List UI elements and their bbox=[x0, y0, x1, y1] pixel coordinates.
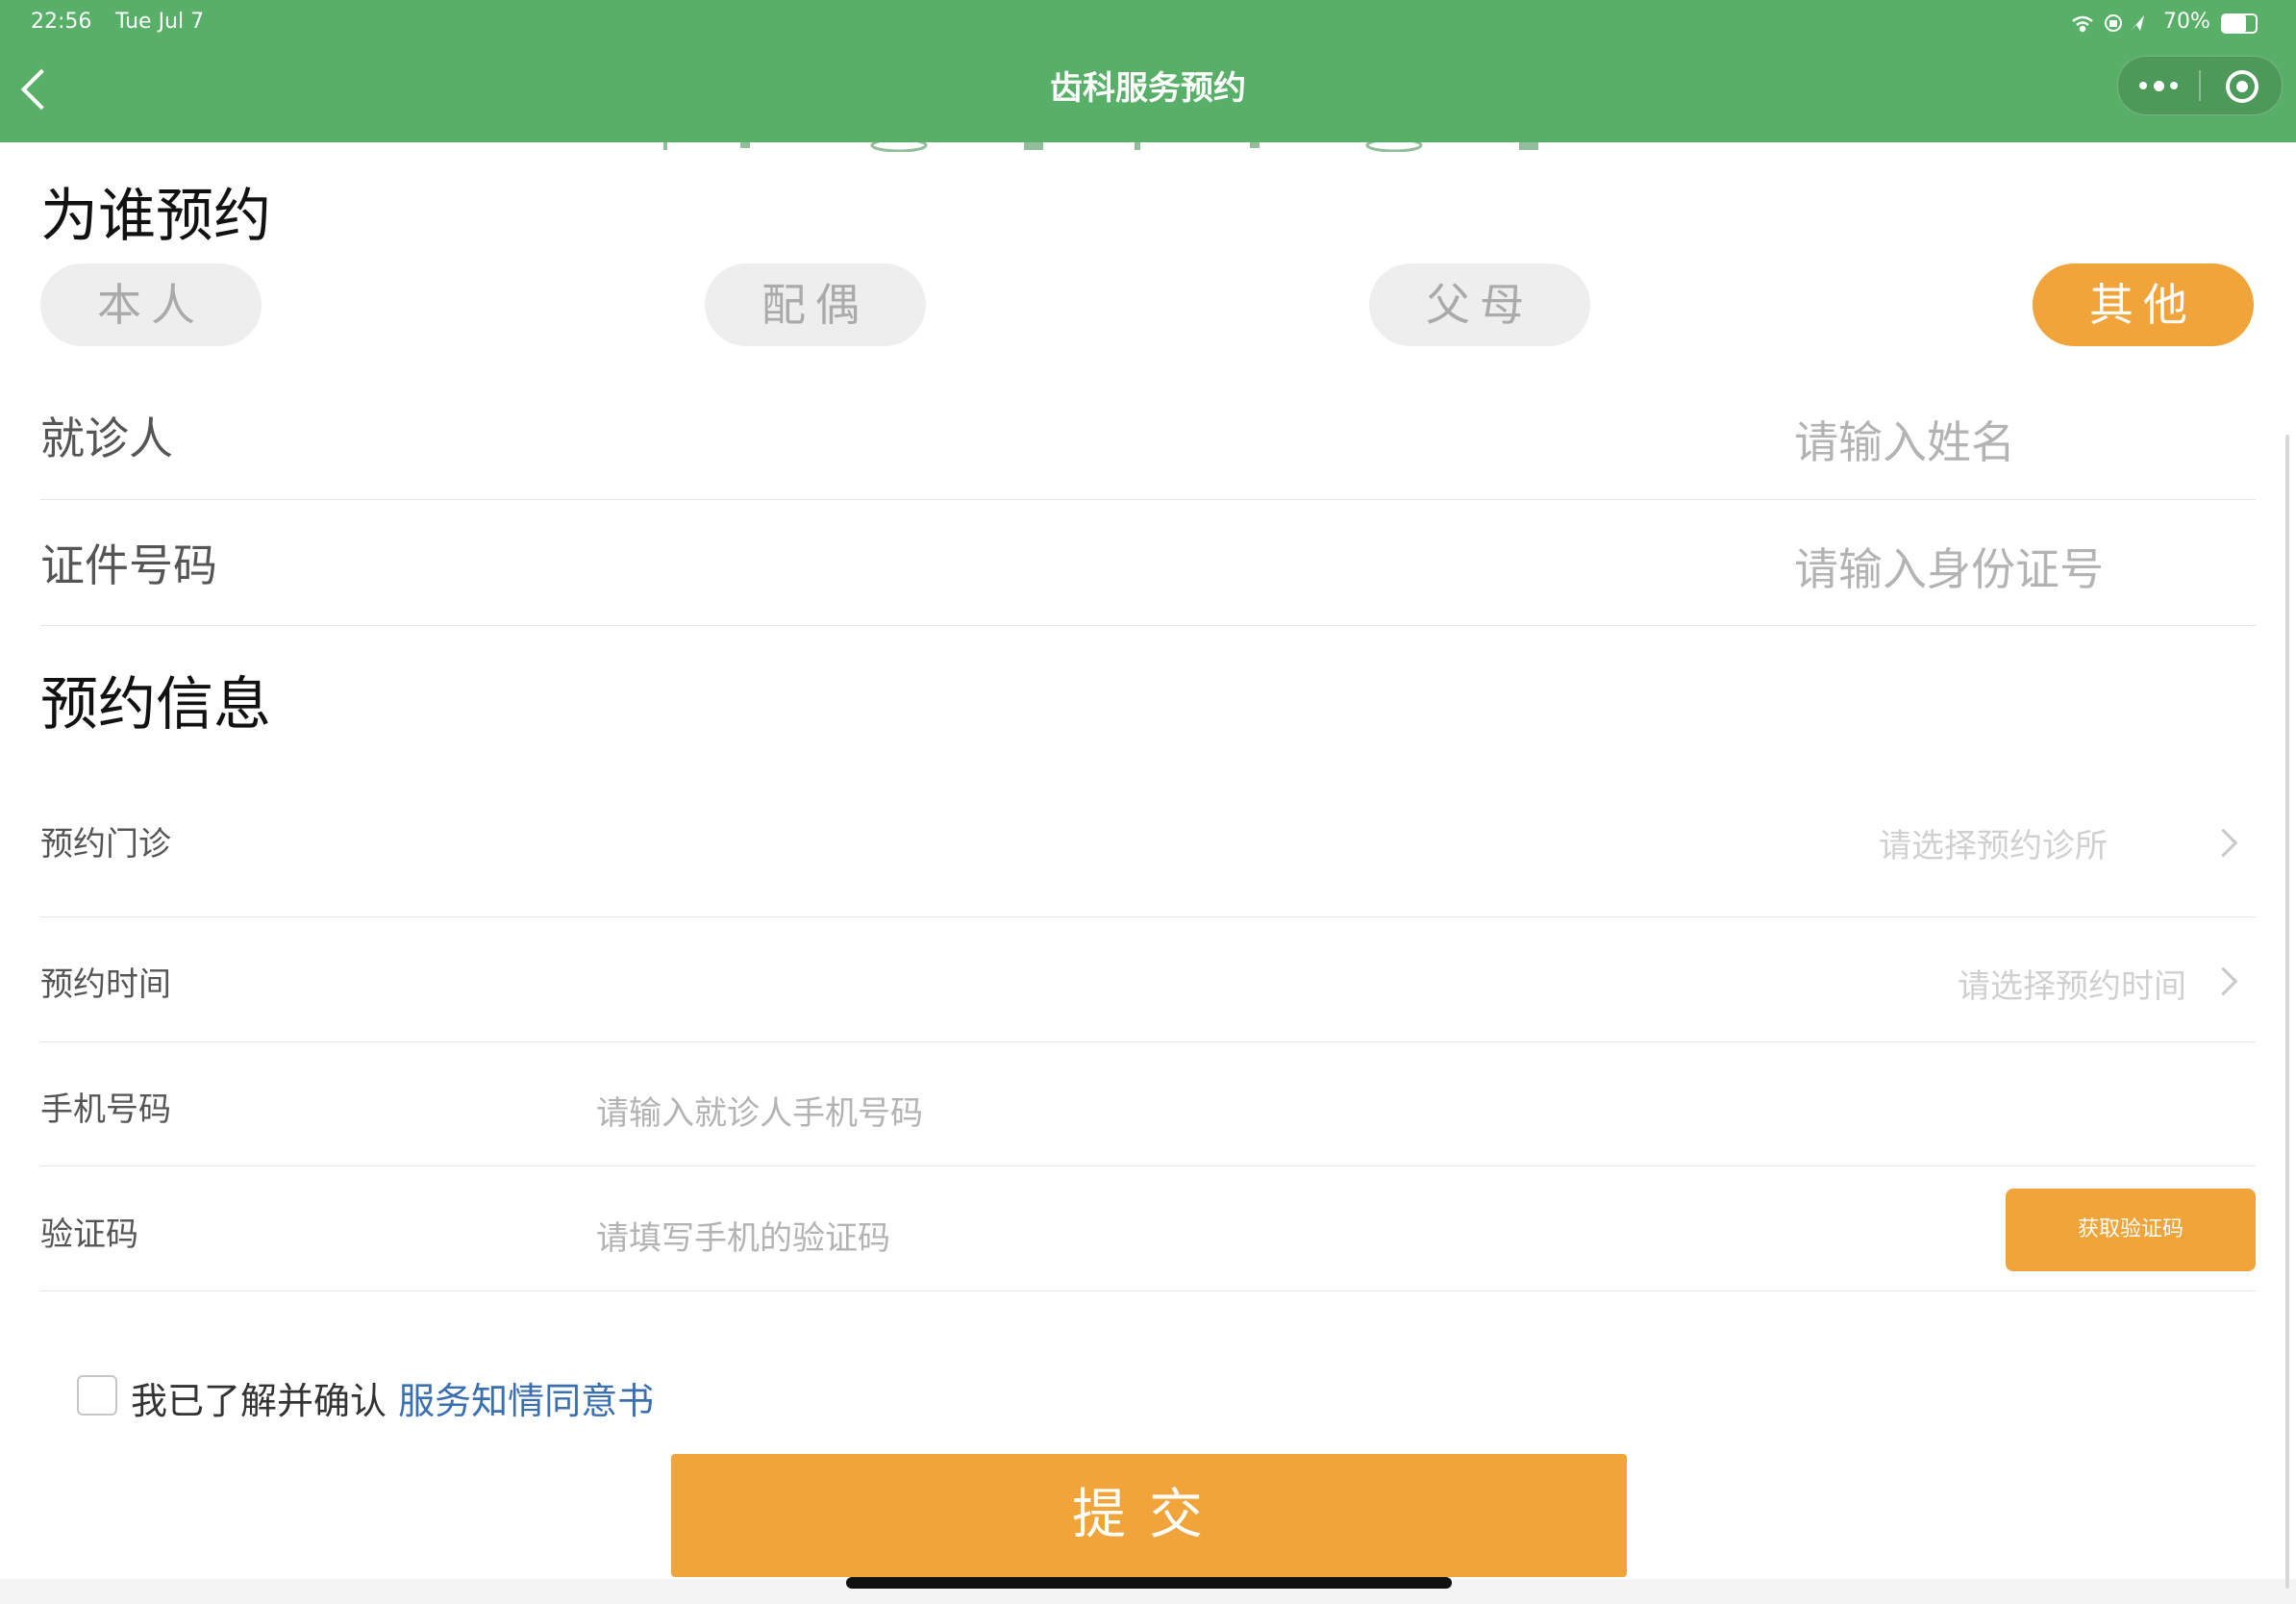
divider bbox=[40, 916, 2256, 917]
id-number-label: 证件号码 bbox=[40, 539, 217, 591]
submit-button[interactable]: 提交 bbox=[671, 1454, 1627, 1577]
divider bbox=[40, 499, 2256, 500]
page-title: 齿科服务预约 bbox=[1050, 69, 1246, 108]
time-select[interactable]: 请选择预约时间 bbox=[1958, 960, 2186, 1007]
consent-link[interactable]: 服务知情同意书 bbox=[398, 1380, 654, 1422]
chevron-right-icon bbox=[2209, 966, 2238, 996]
divider bbox=[40, 1041, 2256, 1042]
consent-checkbox[interactable] bbox=[77, 1375, 117, 1416]
clinic-label: 预约门诊 bbox=[40, 825, 171, 864]
patient-name-input[interactable]: 请输入姓名 bbox=[1794, 408, 2015, 471]
code-label: 验证码 bbox=[40, 1216, 138, 1254]
patient-name-label: 就诊人 bbox=[40, 413, 173, 464]
battery-percent: 70% bbox=[2163, 10, 2210, 34]
who-section-title: 为谁预约 bbox=[40, 183, 271, 250]
status-date: Tue Jul 7 bbox=[115, 10, 205, 34]
divider bbox=[40, 625, 2256, 626]
consent-text: 我已了解并确认 服务知情同意书 bbox=[131, 1371, 654, 1424]
status-time: 22:56 bbox=[31, 10, 92, 34]
battery-icon bbox=[2221, 13, 2258, 34]
chevron-right-icon bbox=[2209, 828, 2238, 858]
banner-decoration bbox=[663, 142, 1538, 152]
lock-rotation-icon bbox=[2105, 14, 2122, 32]
appointment-section-title: 预约信息 bbox=[40, 671, 271, 739]
location-arrow-icon bbox=[2131, 15, 2144, 31]
consent-label: 我已了解并确认 bbox=[131, 1380, 399, 1422]
clinic-select[interactable]: 请选择预约诊所 bbox=[1879, 819, 2108, 866]
code-input[interactable]: 请填写手机的验证码 bbox=[596, 1212, 890, 1259]
close-miniprogram-icon[interactable] bbox=[2226, 70, 2259, 103]
phone-label: 手机号码 bbox=[40, 1090, 171, 1129]
option-self[interactable]: 本人 bbox=[40, 263, 262, 346]
get-code-button[interactable]: 获取验证码 bbox=[2006, 1189, 2256, 1271]
option-other[interactable]: 其他 bbox=[2033, 263, 2254, 346]
capsule-divider bbox=[2199, 70, 2201, 101]
id-number-input[interactable]: 请输入身份证号 bbox=[1794, 535, 2104, 598]
phone-input[interactable]: 请输入就诊人手机号码 bbox=[596, 1087, 923, 1134]
divider bbox=[40, 1165, 2256, 1166]
menu-capsule bbox=[2117, 56, 2283, 115]
option-spouse[interactable]: 配偶 bbox=[705, 263, 926, 346]
wifi-icon bbox=[2072, 15, 2093, 33]
option-parents[interactable]: 父母 bbox=[1369, 263, 1590, 346]
home-indicator[interactable] bbox=[846, 1577, 1452, 1589]
more-icon[interactable] bbox=[2139, 76, 2178, 95]
time-label: 预约时间 bbox=[40, 965, 171, 1004]
scrollbar[interactable] bbox=[2285, 435, 2289, 1589]
